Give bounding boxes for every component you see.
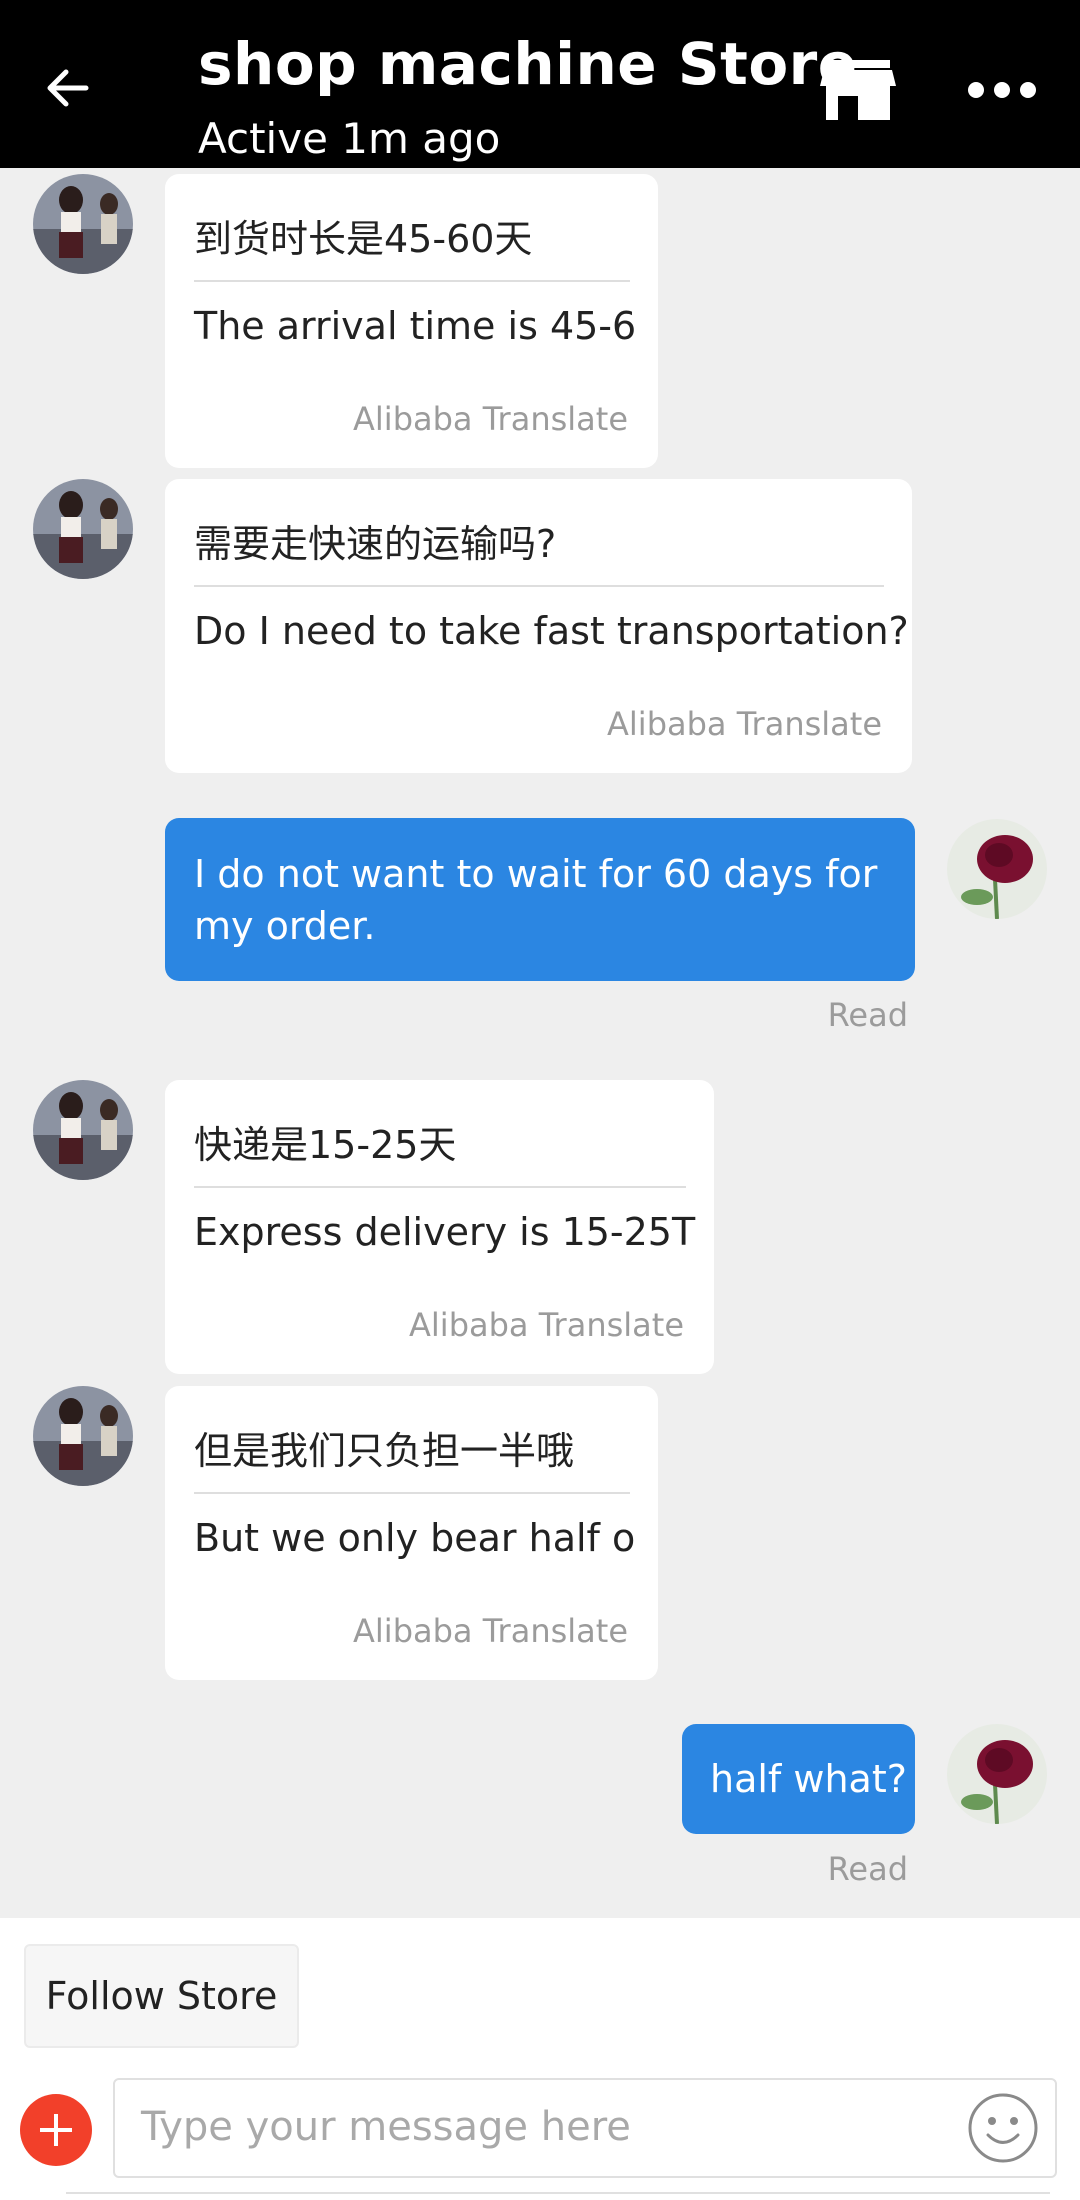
translated-text: The arrival time is 45-6 (194, 304, 637, 348)
shop-avatar[interactable] (33, 1080, 133, 1180)
back-button[interactable] (40, 60, 120, 120)
more-icon-dot (1020, 82, 1036, 98)
user-avatar[interactable] (947, 1724, 1047, 1824)
chat-header: shop machine Store Active 1m ago (0, 0, 1080, 168)
store-button[interactable] (818, 56, 898, 126)
outgoing-message[interactable]: I do not want to wait for 60 days for my… (165, 818, 915, 981)
incoming-message[interactable]: 快递是15-25天 Express delivery is 15-25T Ali… (165, 1080, 714, 1374)
shop-avatar[interactable] (33, 1386, 133, 1486)
translated-text: Express delivery is 15-25T (194, 1210, 696, 1254)
more-icon (968, 82, 984, 98)
more-icon-dot (994, 82, 1010, 98)
incoming-message[interactable]: 需要走快速的运输吗? Do I need to take fast transp… (165, 479, 912, 773)
divider (194, 1186, 686, 1188)
divider (194, 1492, 630, 1494)
emoji-icon[interactable] (967, 2092, 1039, 2164)
read-status: Read (827, 1850, 908, 1888)
original-text: 快递是15-25天 (194, 1123, 457, 1167)
plus-icon[interactable] (20, 2094, 92, 2166)
divider (66, 2192, 1050, 2194)
shop-avatar[interactable] (33, 174, 133, 274)
store-title[interactable]: shop machine Store (198, 30, 858, 98)
incoming-message[interactable]: 到货时长是45-60天 The arrival time is 45-6 Ali… (165, 174, 658, 468)
translate-credit: Alibaba Translate (409, 1306, 684, 1344)
input-placeholder: Type your message here (141, 2104, 631, 2150)
chat-area[interactable]: 到货时长是45-60天 The arrival time is 45-6 Ali… (0, 168, 1080, 1918)
incoming-message[interactable]: 但是我们只负担一半哦 But we only bear half o Aliba… (165, 1386, 658, 1680)
divider (194, 280, 630, 282)
read-status: Read (827, 996, 908, 1034)
follow-store-button[interactable]: Follow Store (24, 1944, 299, 2048)
store-icon (820, 60, 896, 120)
translate-credit: Alibaba Translate (607, 705, 882, 743)
message-text: I do not want to wait for 60 days for my… (194, 852, 878, 948)
user-avatar[interactable] (947, 819, 1047, 919)
bottom-bar: Follow Store Type your message here (0, 1918, 1080, 2200)
outgoing-message[interactable]: half what? (682, 1724, 915, 1834)
translate-credit: Alibaba Translate (353, 1612, 628, 1650)
divider (194, 585, 884, 587)
original-text: 到货时长是45-60天 (194, 217, 533, 261)
shop-avatar[interactable] (33, 479, 133, 579)
translated-text: But we only bear half o (194, 1516, 636, 1560)
active-status: Active 1m ago (198, 114, 501, 163)
back-arrow-icon (47, 69, 89, 107)
translated-text: Do I need to take fast transportation? (194, 609, 909, 653)
original-text: 但是我们只负担一半哦 (194, 1429, 575, 1473)
message-input[interactable]: Type your message here (113, 2078, 1057, 2178)
message-text: half what? (710, 1757, 907, 1801)
translate-credit: Alibaba Translate (353, 400, 628, 438)
original-text: 需要走快速的运输吗? (194, 522, 557, 566)
more-options-button[interactable] (960, 66, 1040, 116)
